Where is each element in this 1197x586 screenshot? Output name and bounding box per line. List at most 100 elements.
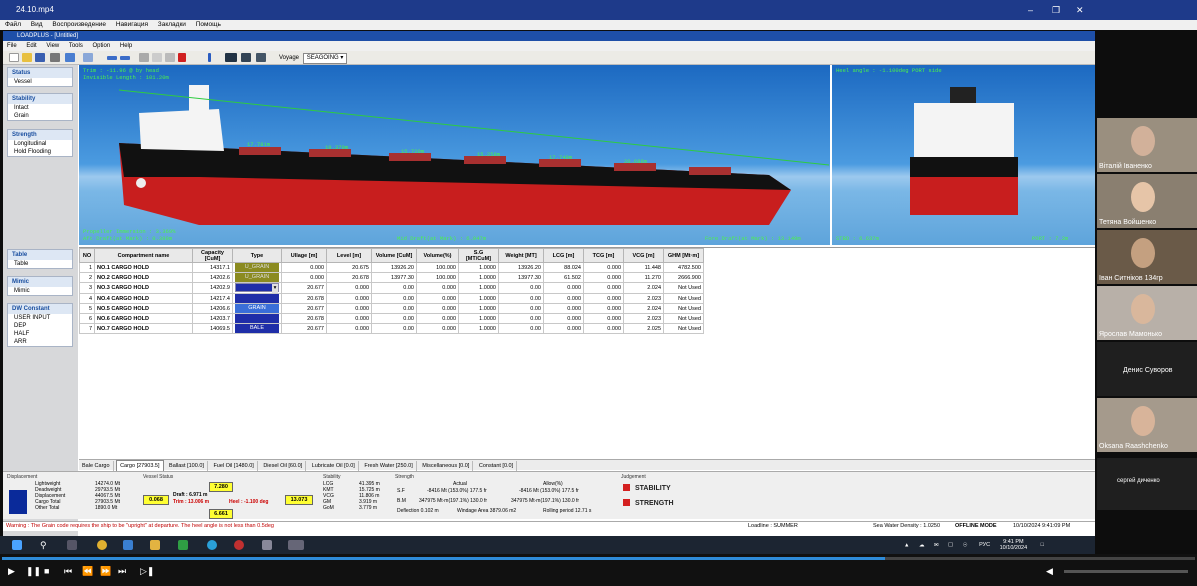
tab-cargo[interactable]: Cargo [27903.5] xyxy=(116,460,164,471)
open-folder-icon[interactable] xyxy=(22,53,32,62)
table-row[interactable]: 4 NO.4 CARGO HOLD 14217.4 20.678 0.000 0… xyxy=(79,293,704,304)
participant-tile[interactable]: Ярослав Мамонько xyxy=(1097,286,1197,340)
cell-ullage[interactable]: 20.677 xyxy=(281,323,327,334)
player-menu-view[interactable]: Вид xyxy=(31,21,43,28)
cell-weight[interactable]: 13977.30 xyxy=(498,272,544,283)
sidebar-item-table[interactable]: Table xyxy=(8,260,72,268)
sidebar-item-vessel[interactable]: Vessel xyxy=(8,78,72,86)
cut-icon[interactable] xyxy=(139,53,149,62)
hold-view-icon[interactable] xyxy=(256,53,266,62)
cell-volume[interactable]: 13926.20 xyxy=(371,262,417,273)
cell-volume[interactable]: 0.00 xyxy=(371,313,417,324)
sidebar-item-longitudinal[interactable]: Longitudinal xyxy=(8,140,72,148)
participant-tile[interactable]: Тетяна Войшенко xyxy=(1097,174,1197,228)
tab-diesel-oil[interactable]: Diesel Oil [60.0] xyxy=(260,461,307,471)
tab-lubricate-oil[interactable]: Lubricate Oil [0.0] xyxy=(309,461,359,471)
menu-help[interactable]: Help xyxy=(120,43,132,49)
sidebar-item-grain[interactable]: Grain xyxy=(8,112,72,120)
cell-volume-pct[interactable]: 100.000 xyxy=(416,262,459,273)
app-icon[interactable] xyxy=(123,540,133,550)
sidebar-item-user-input[interactable]: USER INPUT xyxy=(8,314,72,322)
cell-level[interactable]: 0.000 xyxy=(326,313,372,324)
restore-icon[interactable]: ❐ xyxy=(1052,0,1060,20)
cell-weight[interactable]: 13926.20 xyxy=(498,262,544,273)
paste-icon[interactable] xyxy=(165,53,175,62)
seek-bar[interactable] xyxy=(2,557,1195,560)
cell-sg[interactable]: 1.0000 xyxy=(458,303,499,314)
close-icon[interactable]: ✕ xyxy=(1076,0,1084,20)
participant-tile[interactable]: сергей диченко xyxy=(1097,458,1197,510)
volume-slider[interactable] xyxy=(1064,570,1188,573)
calculator-icon[interactable] xyxy=(262,540,272,550)
table-row[interactable]: 2 NO.2 CARGO HOLD 14202.6 U_GRAIN 0.000 … xyxy=(79,272,704,283)
rewind-icon[interactable]: ⏪ xyxy=(82,566,93,576)
menu-option[interactable]: Option xyxy=(93,43,111,49)
cell-weight[interactable]: 0.00 xyxy=(498,303,544,314)
undo-icon[interactable] xyxy=(107,56,117,60)
tray-icons[interactable]: ▲ ☁ ✉ ☐ ☉ xyxy=(904,542,972,548)
chevron-down-icon[interactable]: ▾ xyxy=(272,284,278,293)
sidebar-item-hold-flooding[interactable]: Hold Flooding xyxy=(8,148,72,156)
volume-icon[interactable]: ◀ xyxy=(1046,566,1053,576)
calculate-icon[interactable] xyxy=(208,53,211,62)
tab-bale-cargo[interactable]: Bale Cargo xyxy=(79,461,114,471)
next-icon[interactable]: ⏭ xyxy=(118,566,126,576)
save-icon[interactable] xyxy=(35,53,45,62)
cell-level[interactable]: 20.678 xyxy=(326,272,372,283)
cell-level[interactable]: 0.000 xyxy=(326,293,372,304)
delete-icon[interactable] xyxy=(178,53,186,62)
ship-section-view[interactable]: Heel angle : -1.100deg PORT side STBD : … xyxy=(832,65,1095,245)
profile-view-icon[interactable] xyxy=(241,53,251,62)
cell-volume[interactable]: 0.00 xyxy=(371,282,417,294)
cell-weight[interactable]: 0.00 xyxy=(498,313,544,324)
cell-sg[interactable]: 1.0000 xyxy=(458,293,499,304)
copy-icon[interactable] xyxy=(152,53,162,62)
pause-icon[interactable]: ❚❚ xyxy=(26,566,41,576)
dropdown-option[interactable] xyxy=(232,313,282,324)
cell-sg[interactable]: 1.0000 xyxy=(458,282,499,294)
frame-step-icon[interactable]: ▷❚ xyxy=(140,566,154,576)
menu-tools[interactable]: Tools xyxy=(69,43,83,49)
notification-icon[interactable]: □ xyxy=(1041,542,1044,548)
table-row[interactable]: 5 NO.5 CARGO HOLD 14206.6 GRAIN 20.677 0… xyxy=(79,303,704,314)
table-row[interactable]: 1 NO.1 CARGO HOLD 14317.1 U_GRAIN 0.000 … xyxy=(79,262,704,273)
cell-volume[interactable]: 0.00 xyxy=(371,293,417,304)
sidebar-item-half[interactable]: HALF xyxy=(8,330,72,338)
player-menu-playback[interactable]: Воспроизведение xyxy=(52,21,106,28)
cell-ullage[interactable]: 0.000 xyxy=(281,262,327,273)
participant-tile[interactable]: Oksana Raashchenko xyxy=(1097,398,1197,452)
telegram-icon[interactable] xyxy=(207,540,217,550)
report-icon[interactable] xyxy=(65,53,75,62)
dropdown-option-bale[interactable]: BALE xyxy=(232,323,282,334)
player-menu-bookmarks[interactable]: Закладки xyxy=(158,21,186,28)
table-row[interactable]: 6 NO.6 CARGO HOLD 14203.7 20.678 0.000 0… xyxy=(79,313,704,324)
chrome-icon[interactable] xyxy=(97,540,107,550)
dropdown-option-grain[interactable]: GRAIN xyxy=(232,303,282,314)
ship-profile-view[interactable]: Trim : -11.96 @ by head Invisible Length… xyxy=(79,65,830,245)
tab-ballast[interactable]: Ballast [100.0] xyxy=(166,461,208,471)
language-indicator[interactable]: РУС xyxy=(979,542,990,548)
cell-sg[interactable]: 1.0000 xyxy=(458,323,499,334)
minimize-icon[interactable]: – xyxy=(1028,0,1033,20)
tab-fuel-oil[interactable]: Fuel Oil [1480.0] xyxy=(210,461,258,471)
cell-level[interactable]: 0.000 xyxy=(326,303,372,314)
recorder-icon[interactable] xyxy=(234,540,244,550)
tab-miscellaneous[interactable]: Miscellaneous [0.0] xyxy=(419,461,474,471)
cell-type[interactable]: U_GRAIN xyxy=(232,272,282,283)
sidebar-item-dep[interactable]: DEP xyxy=(8,322,72,330)
photos-icon[interactable] xyxy=(178,540,188,550)
tab-constant[interactable]: Constant [0.0] xyxy=(476,461,518,471)
cell-volume-pct[interactable]: 0.000 xyxy=(416,282,459,294)
cell-volume[interactable]: 13977.30 xyxy=(371,272,417,283)
player-menu-help[interactable]: Помощь xyxy=(196,21,221,28)
cell-volume[interactable]: 0.00 xyxy=(371,323,417,334)
ship-view-icon[interactable] xyxy=(225,53,237,62)
menu-edit[interactable]: Edit xyxy=(26,43,36,49)
cell-weight[interactable]: 0.00 xyxy=(498,323,544,334)
cell-type[interactable]: U_GRAIN xyxy=(232,262,282,273)
cell-volume-pct[interactable]: 0.000 xyxy=(416,323,459,334)
cell-volume-pct[interactable]: 0.000 xyxy=(416,293,459,304)
cell-volume-pct[interactable]: 0.000 xyxy=(416,303,459,314)
cell-sg[interactable]: 1.0000 xyxy=(458,262,499,273)
cell-level[interactable]: 0.000 xyxy=(326,323,372,334)
